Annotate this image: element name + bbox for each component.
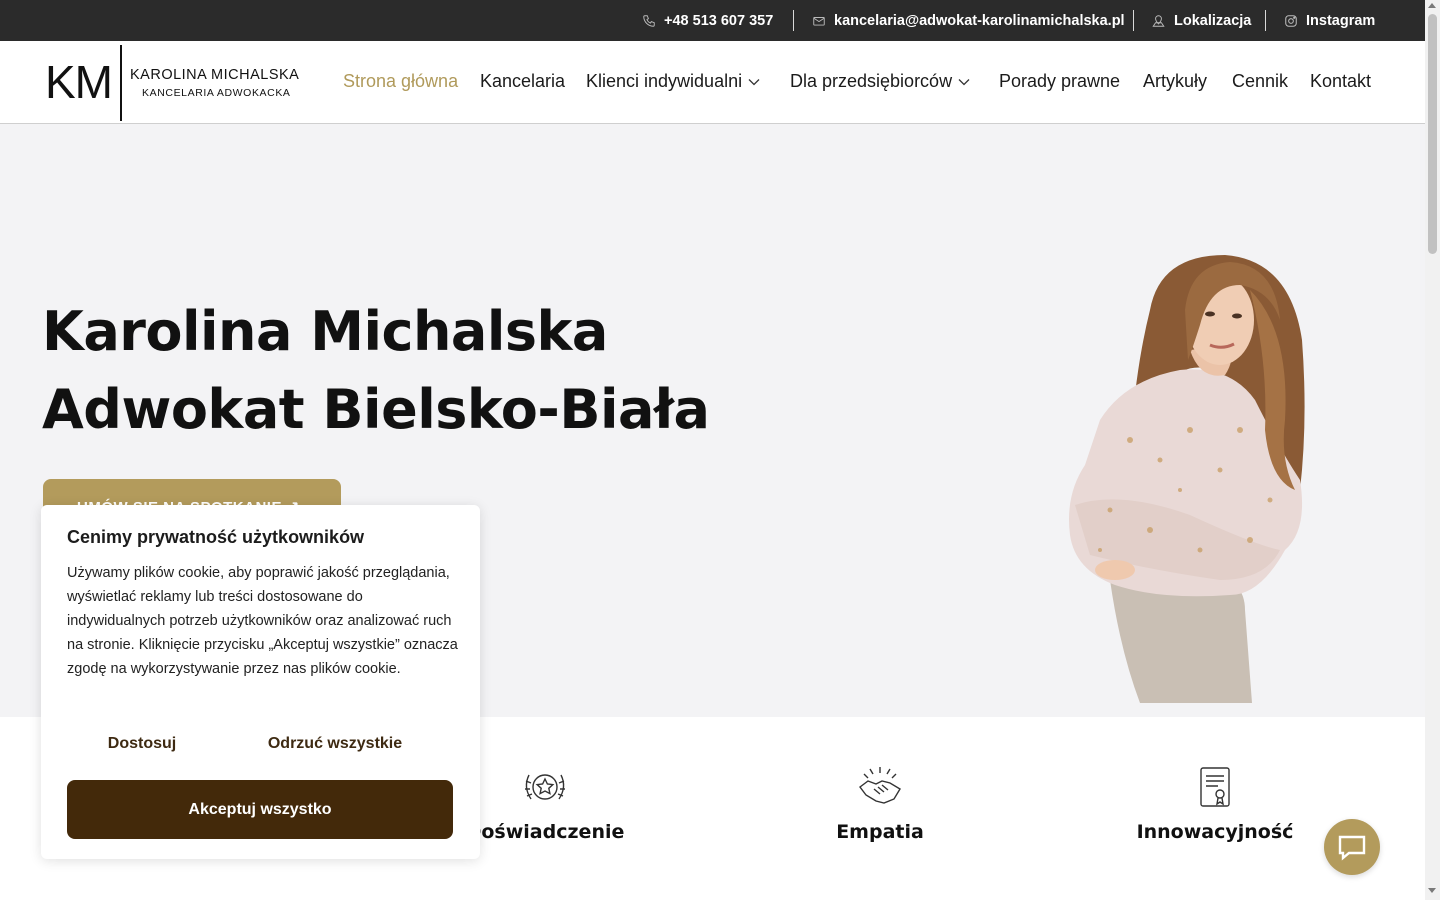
- chevron-down-icon: [748, 78, 760, 85]
- chevron-down-icon: [958, 78, 970, 85]
- laurel-star-icon: [525, 774, 565, 800]
- cookie-description: Używamy plików cookie, aby poprawić jako…: [67, 565, 458, 677]
- instagram-link[interactable]: Instagram: [1284, 0, 1375, 41]
- phone-icon: [643, 14, 655, 27]
- phone-number: +48 513 607 357: [664, 12, 774, 29]
- top-contact-bar: +48 513 607 357 kancelaria@adwokat-karol…: [0, 0, 1425, 41]
- scroll-up-arrow[interactable]: [1428, 3, 1436, 8]
- instagram-label: Instagram: [1306, 12, 1376, 29]
- feature-empatia: Empatia: [730, 765, 1030, 843]
- email-link[interactable]: kancelaria@adwokat-karolinamichalska.pl: [812, 0, 1125, 41]
- cookie-accept-button[interactable]: Akceptuj wszystko: [67, 780, 453, 839]
- nav-item-dla-przedsiebiorcow[interactable]: Dla przedsiębiorców: [790, 71, 970, 92]
- hero-title-line-1: Karolina Michalska: [42, 300, 608, 363]
- scroll-down-arrow[interactable]: [1428, 888, 1436, 893]
- feature-label: Empatia: [836, 821, 924, 843]
- feature-innowacyjnosc: Innowacyjność: [1065, 765, 1365, 843]
- nav-label: Kancelaria: [480, 71, 566, 91]
- nav-label: Artykuły: [1143, 71, 1208, 91]
- logo-subtitle: KANCELARIA ADWOKACKA: [142, 87, 291, 99]
- page-scrollbar[interactable]: [1425, 0, 1440, 900]
- cookie-consent-dialog: Cenimy prywatność użytkowników Używamy p…: [41, 505, 480, 859]
- nav-item-kontakt[interactable]: Kontakt: [1310, 71, 1371, 92]
- nav-item-home[interactable]: Strona główna: [343, 71, 458, 92]
- nav-item-porady-prawne[interactable]: Porady prawne: [999, 71, 1120, 92]
- nav-label: Porady prawne: [999, 71, 1121, 91]
- certificate-icon: [1200, 767, 1230, 807]
- feature-label: Innowacyjność: [1136, 821, 1294, 843]
- site-header: KM KAROLINA MICHALSKA KANCELARIA ADWOKAC…: [0, 41, 1425, 124]
- nav-label: Strona główna: [343, 71, 459, 91]
- nav-label: Dla przedsiębiorców: [790, 71, 953, 91]
- nav-label: Kontakt: [1310, 71, 1372, 91]
- phone-link[interactable]: +48 513 607 357: [642, 0, 773, 41]
- nav-label: Cennik: [1232, 71, 1289, 91]
- envelope-icon: [813, 16, 825, 26]
- cookie-title: Cenimy prywatność użytkowników: [67, 527, 365, 547]
- scroll-thumb[interactable]: [1428, 14, 1437, 254]
- logo-initials: KM: [45, 56, 113, 108]
- divider: [1265, 10, 1266, 31]
- handshake-icon: [859, 767, 901, 804]
- hero-title-line-2: Adwokat Bielsko-Biała: [42, 378, 710, 441]
- cookie-reject-button[interactable]: Odrzuć wszystkie: [251, 735, 419, 753]
- nav-label: Klienci indywidualni: [586, 71, 743, 91]
- location-label: Lokalizacja: [1174, 12, 1252, 29]
- chat-button[interactable]: [1324, 819, 1380, 875]
- cookie-customize-button[interactable]: Dostosuj: [67, 735, 217, 753]
- email-address: kancelaria@adwokat-karolinamichalska.pl: [834, 12, 1125, 29]
- divider: [1133, 10, 1134, 31]
- map-pin-icon: [1152, 14, 1165, 27]
- logo-name: KAROLINA MICHALSKA: [130, 67, 300, 83]
- chat-bubble-icon: [1338, 835, 1366, 861]
- nav-item-cennik[interactable]: Cennik: [1232, 71, 1288, 92]
- instagram-icon: [1285, 14, 1297, 27]
- location-link[interactable]: Lokalizacja: [1151, 0, 1251, 41]
- nav-item-klienci-indywidualni[interactable]: Klienci indywidualni: [586, 71, 760, 92]
- logo-divider: [120, 45, 122, 121]
- nav-item-artykuly[interactable]: Artykuły: [1143, 71, 1207, 92]
- lawyer-portrait-image: [1069, 255, 1305, 703]
- divider: [793, 10, 794, 31]
- nav-item-kancelaria[interactable]: Kancelaria: [480, 71, 565, 92]
